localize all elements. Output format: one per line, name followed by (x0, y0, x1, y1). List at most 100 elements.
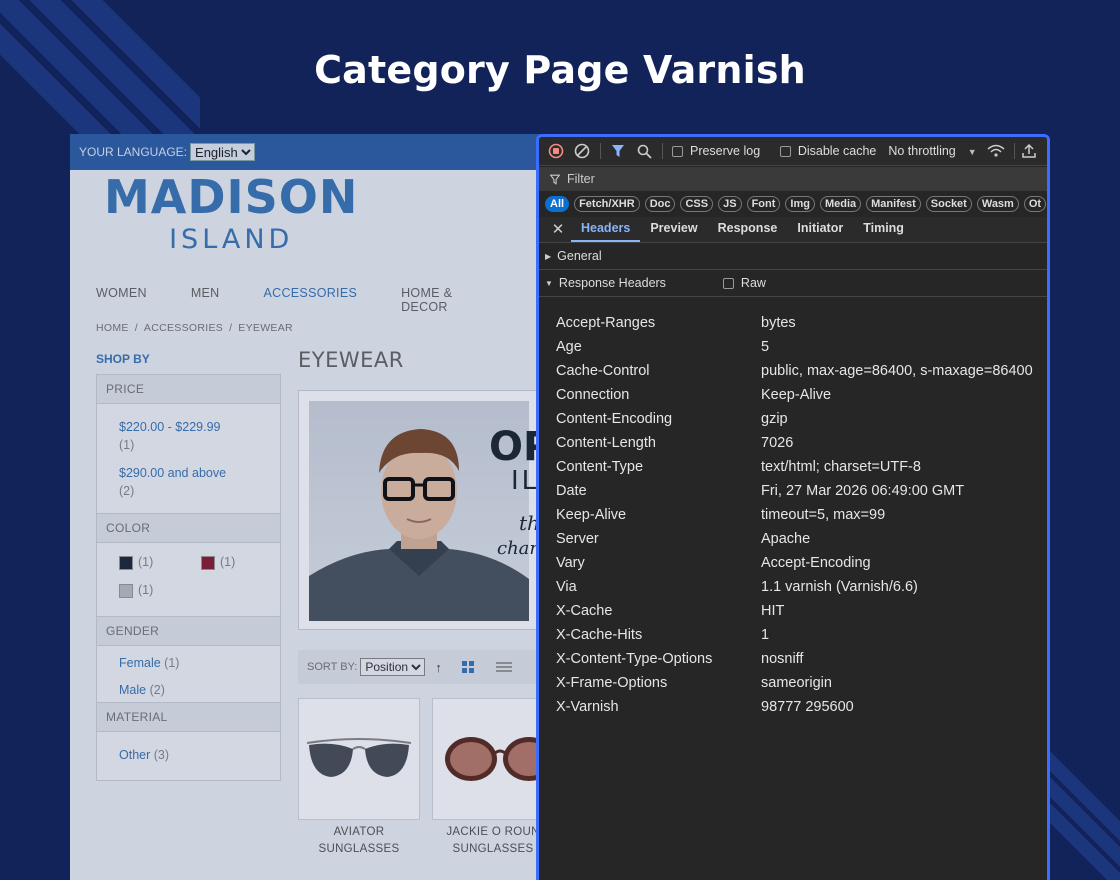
header-value: Fri, 27 Mar 2026 06:49:00 GMT (761, 483, 965, 499)
header-name: Date (556, 483, 587, 499)
network-conditions-icon[interactable] (987, 142, 1005, 160)
header-value: Accept-Encoding (761, 555, 871, 571)
category-banner: OP IL th char (298, 390, 540, 630)
header-row: Vary Accept-Encoding (556, 551, 1047, 575)
chip-other[interactable]: Ot (1023, 196, 1047, 212)
header-name: Content-Type (556, 459, 644, 475)
filter-funnel-icon[interactable] (610, 142, 627, 160)
filter-option[interactable]: $220.00 - $229.99 (1) (119, 418, 280, 454)
chevron-down-icon: ▼ (967, 147, 977, 157)
header-row: Content-Length 7026 (556, 431, 1047, 455)
chip-css[interactable]: CSS (680, 196, 714, 212)
chip-js[interactable]: JS (718, 196, 742, 212)
nav-item-women[interactable]: WOMEN (96, 286, 147, 314)
product-card-image[interactable] (432, 698, 540, 820)
chip-wasm[interactable]: Wasm (976, 196, 1019, 212)
tab-response[interactable]: Response (708, 218, 788, 242)
grid-view-icon[interactable] (461, 661, 474, 673)
tab-initiator[interactable]: Initiator (787, 218, 853, 242)
header-row: Cache-Control public, max-age=86400, s-ma… (556, 359, 1047, 383)
preserve-log-checkbox[interactable] (672, 145, 683, 157)
chip-font[interactable]: Font (746, 196, 781, 212)
import-har-icon[interactable] (1021, 142, 1038, 160)
header-row: X-Varnish 98777 295600 (556, 695, 1047, 719)
header-name: Connection (556, 387, 630, 403)
banner-title: Category Page Varnish (314, 48, 806, 92)
list-view-icon[interactable] (495, 661, 512, 673)
color-swatch-option[interactable]: (1) (119, 583, 153, 598)
header-value: gzip (761, 411, 788, 427)
decorative-stripes-bottom-right (1050, 750, 1120, 880)
network-filter-input[interactable]: Filter (539, 167, 1047, 191)
close-icon[interactable]: ✕ (545, 218, 571, 242)
header-row: X-Cache HIT (556, 599, 1047, 623)
product-name[interactable]: JACKIE O ROUN SUNGLASSES (432, 824, 540, 858)
header-row: X-Content-Type-Options nosniff (556, 647, 1047, 671)
chip-img[interactable]: Img (785, 196, 815, 212)
search-icon[interactable] (636, 142, 653, 160)
preserve-log-label: Preserve log (689, 144, 761, 158)
filter-placeholder: Filter (567, 172, 595, 186)
header-value: HIT (761, 603, 785, 619)
breadcrumb-eyewear: EYEWEAR (238, 322, 293, 334)
tab-preview[interactable]: Preview (640, 218, 707, 242)
filter-option[interactable]: Female (1) (119, 650, 280, 677)
nav-item-home-decor[interactable]: HOME & DECOR (401, 286, 496, 314)
resource-type-filters: All Fetch/XHR Doc CSS JS Font Img Media … (539, 191, 1047, 217)
chip-socket[interactable]: Socket (925, 196, 972, 212)
header-value: 98777 295600 (761, 699, 854, 715)
response-headers-section-toggle[interactable]: ▼ Response Headers Raw (539, 270, 1047, 297)
header-name: X-Frame-Options (556, 675, 668, 691)
chevron-right-icon: ▶ (545, 251, 552, 261)
tab-headers[interactable]: Headers (571, 218, 641, 242)
sort-direction-icon[interactable]: ↑ (435, 660, 442, 675)
product-name[interactable]: AVIATOR SUNGLASSES (298, 824, 420, 858)
chip-media[interactable]: Media (819, 196, 862, 212)
filter-material-options: Other (3) (97, 732, 280, 780)
chip-all[interactable]: All (545, 196, 570, 212)
header-name: Content-Encoding (556, 411, 673, 427)
throttling-select[interactable]: No throttling ▼ (888, 144, 976, 158)
chip-manifest[interactable]: Manifest (866, 196, 921, 212)
color-swatch (119, 555, 133, 570)
breadcrumb-accessories[interactable]: ACCESSORIES (144, 322, 223, 334)
filter-gender-options: Female (1) Male (2) (97, 646, 280, 703)
header-row: Keep-Alive timeout=5, max=99 (556, 503, 1047, 527)
devtools-toolbar: Preserve log Disable cache No throttling… (539, 137, 1047, 166)
filter-option[interactable]: $290.00 and above (2) (119, 464, 280, 500)
header-name: Server (556, 531, 599, 547)
sort-select[interactable]: Position (360, 658, 426, 676)
header-name: Accept-Ranges (556, 315, 656, 331)
chip-doc[interactable]: Doc (644, 196, 676, 212)
language-select[interactable]: English (190, 143, 256, 161)
raw-checkbox[interactable] (722, 277, 734, 289)
sort-toolbar: SORT BY: Position ↑ (298, 650, 540, 684)
header-value: sameorigin (761, 675, 832, 691)
general-section-toggle[interactable]: ▶ General (539, 243, 1047, 270)
clear-icon[interactable] (573, 142, 590, 160)
filter-option[interactable]: Male (2) (119, 677, 280, 704)
header-value: 1.1 varnish (Varnish/6.6) (761, 579, 918, 595)
filter-color-heading: COLOR (97, 514, 280, 543)
logo-line1: MADISON (104, 170, 359, 224)
nav-item-men[interactable]: MEN (191, 286, 220, 314)
disable-cache-checkbox[interactable] (780, 145, 791, 157)
store-logo[interactable]: MADISON ISLAND (104, 174, 358, 255)
color-swatch-option[interactable]: (1) (119, 555, 153, 570)
product-card-image[interactable] (298, 698, 420, 820)
tab-timing[interactable]: Timing (853, 218, 914, 242)
header-value: public, max-age=86400, s-maxage=86400 (761, 363, 1033, 379)
language-bar: YOUR LANGUAGE: English (70, 134, 540, 170)
header-value: 7026 (761, 435, 794, 451)
nav-item-accessories[interactable]: ACCESSORIES (264, 286, 358, 314)
record-stop-icon[interactable] (547, 142, 564, 160)
breadcrumb-home[interactable]: HOME (96, 322, 129, 334)
header-row: Connection Keep-Alive (556, 383, 1047, 407)
header-row: Via 1.1 varnish (Varnish/6.6) (556, 575, 1047, 599)
chip-fetch-xhr[interactable]: Fetch/XHR (574, 196, 640, 212)
shop-page: YOUR LANGUAGE: English MADISON ISLAND WO… (70, 134, 540, 880)
header-value: Apache (761, 531, 811, 547)
category-title: EYEWEAR (298, 348, 404, 372)
color-swatch-option[interactable]: (1) (201, 555, 235, 570)
filter-option[interactable]: Other (3) (119, 742, 280, 769)
